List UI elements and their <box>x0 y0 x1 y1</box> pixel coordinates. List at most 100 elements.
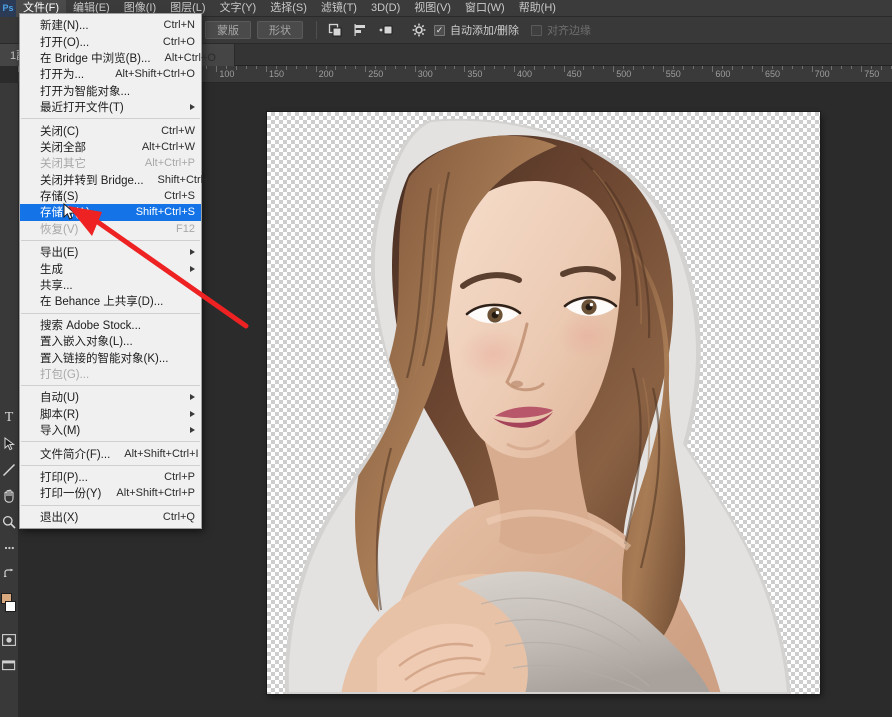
ruler-minor-tick <box>771 66 773 69</box>
menubar-item-7[interactable]: 3D(D) <box>364 0 407 17</box>
ruler-minor-tick <box>553 66 555 69</box>
ruler-tick-label: 600 <box>715 69 731 79</box>
menubar-item-9[interactable]: 窗口(W) <box>458 0 512 17</box>
shape-button[interactable]: 形状 <box>257 21 303 39</box>
menu-item[interactable]: 导出(E) <box>20 244 201 260</box>
screen-mode-icon[interactable] <box>0 653 18 679</box>
ruler-major-tick <box>464 66 466 72</box>
background-color-swatch[interactable] <box>5 601 16 612</box>
photoshop-window: Ps 文件(F) 编辑(E) 图像(I) 图层(L) 文字(Y) 选择(S) 滤镜(T) 3D… <box>0 0 892 717</box>
menu-item[interactable]: 存储(S) Ctrl+S <box>20 188 201 204</box>
ruler-minor-tick <box>335 66 337 70</box>
menu-item[interactable]: 导入(M) <box>20 422 201 438</box>
menu-item[interactable]: 打开(O)... Ctrl+O <box>20 33 201 49</box>
path-selection-tool-icon[interactable] <box>0 431 18 457</box>
ruler-minor-tick <box>642 66 644 69</box>
path-operations-icon[interactable] <box>324 20 346 40</box>
menu-item[interactable]: 生成 <box>20 260 201 276</box>
ruler-tick-label: 300 <box>417 69 433 79</box>
auto-add-delete-label: 自动添加/删除 <box>450 25 520 37</box>
menu-item[interactable]: 存储为(A)... Shift+Ctrl+S <box>20 204 201 221</box>
ruler-minor-tick <box>256 66 258 69</box>
menu-item[interactable]: 新建(N)... Ctrl+N <box>20 17 201 33</box>
path-alignment-icon[interactable] <box>350 20 372 40</box>
menu-item[interactable]: 文件简介(F)... Alt+Shift+Ctrl+I <box>20 445 201 461</box>
menu-item[interactable]: 打开为智能对象... <box>20 83 201 99</box>
tools-panel: T <box>0 83 18 717</box>
ruler-minor-tick <box>494 66 496 69</box>
color-swatches[interactable] <box>0 591 18 621</box>
ruler-minor-tick <box>523 66 525 69</box>
menu-item[interactable]: 关闭(C) Ctrl+W <box>20 122 201 138</box>
menu-item: 恢复(V) F12 <box>20 221 201 237</box>
align-edges-label: 对齐边缘 <box>547 25 592 37</box>
hand-tool-icon[interactable] <box>0 483 18 509</box>
ruler-minor-tick <box>633 66 635 70</box>
document-canvas[interactable] <box>267 112 820 694</box>
ruler-minor-tick <box>672 66 674 69</box>
horizontal-type-tool-icon[interactable]: T <box>0 405 18 431</box>
menubar-item-8[interactable]: 视图(V) <box>407 0 458 17</box>
ruler-tick-label: 550 <box>665 69 681 79</box>
menubar-item-4[interactable]: 文字(Y) <box>213 0 264 17</box>
menu-item-label: 导入(M) <box>40 425 81 438</box>
quick-mask-icon[interactable] <box>0 627 18 653</box>
line-tool-icon[interactable] <box>0 457 18 483</box>
menu-item-shortcut: Ctrl+S <box>164 190 195 203</box>
menu-item[interactable]: 置入嵌入对象(L)... <box>20 333 201 349</box>
menu-item[interactable]: 打开为... Alt+Shift+Ctrl+O <box>20 66 201 82</box>
edit-toolbar-icon[interactable] <box>0 535 18 561</box>
ruler-minor-tick <box>444 66 446 69</box>
menu-item[interactable]: 打印一份(Y) Alt+Shift+Ctrl+P <box>20 485 201 501</box>
gear-icon[interactable] <box>408 20 430 40</box>
ruler-minor-tick <box>325 66 327 69</box>
mask-button[interactable]: 蒙版 <box>205 21 251 39</box>
submenu-arrow-icon <box>190 265 195 272</box>
menu-item[interactable]: 打印(P)... Ctrl+P <box>20 469 201 485</box>
zoom-tool-icon[interactable] <box>0 509 18 535</box>
ruler-minor-tick <box>533 66 535 70</box>
path-arrangement-icon[interactable] <box>376 20 398 40</box>
menubar-item-5[interactable]: 选择(S) <box>263 0 314 17</box>
ruler-minor-tick <box>275 66 277 69</box>
submenu-arrow-icon <box>190 427 195 434</box>
menubar-item-10[interactable]: 帮助(H) <box>512 0 563 17</box>
menubar-item-label: 滤镜(T) <box>320 1 357 14</box>
menu-item-shortcut: Shift+Ctrl+S <box>135 206 195 219</box>
menu-item[interactable]: 关闭并转到 Bridge... Shift+Ctrl+W <box>20 172 220 188</box>
ruler-minor-tick <box>702 66 704 69</box>
menu-item-label: 打开(O)... <box>40 36 90 49</box>
ruler-minor-tick <box>305 66 307 69</box>
menu-item[interactable]: 自动(U) <box>20 389 201 405</box>
menu-item: 关闭其它 Alt+Ctrl+P <box>20 155 201 171</box>
menu-item[interactable]: 在 Bridge 中浏览(B)... Alt+Ctrl+O <box>20 50 216 66</box>
submenu-arrow-icon <box>190 249 195 256</box>
menu-item[interactable]: 脚本(R) <box>20 406 201 422</box>
submenu-arrow-icon <box>190 104 195 111</box>
menu-item-shortcut: Alt+Shift+Ctrl+O <box>115 68 195 81</box>
menu-item[interactable]: 置入链接的智能对象(K)... <box>20 349 201 365</box>
menu-item[interactable]: 最近打开文件(T) <box>20 99 201 115</box>
menu-item-label: 存储为(A)... <box>40 207 100 220</box>
ruler-tick-label: 350 <box>467 69 483 79</box>
menu-item-label: 置入链接的智能对象(K)... <box>40 352 169 365</box>
file-menu-dropdown[interactable]: 新建(N)... Ctrl+N 打开(O)... Ctrl+O 在 Bridge 中浏览… <box>19 13 220 529</box>
ruler-minor-tick <box>295 66 297 69</box>
swap-colors-icon[interactable] <box>0 561 18 587</box>
menu-item[interactable]: 关闭全部 Alt+Ctrl+W <box>20 139 201 155</box>
menu-item[interactable]: 共享... <box>20 277 201 293</box>
ruler-major-tick <box>514 66 515 72</box>
ruler-major-tick <box>216 66 218 72</box>
menu-item[interactable]: 搜索 Adobe Stock... <box>20 317 201 333</box>
align-edges-checkbox[interactable] <box>531 24 543 36</box>
menubar-item-label: 编辑(E) <box>73 1 110 14</box>
menu-item[interactable]: 在 Behance 上共享(D)... <box>20 293 201 309</box>
ruler-tick-label: 100 <box>219 69 235 79</box>
menubar-item-6[interactable]: 滤镜(T) <box>314 0 364 17</box>
menu-item-label: 打开为... <box>40 69 85 82</box>
menu-item-label: 关闭其它 <box>40 158 86 171</box>
menu-separator <box>21 312 200 314</box>
auto-add-delete-checkbox[interactable]: ✓ <box>434 24 445 36</box>
ruler-major-tick <box>811 66 813 72</box>
menu-item[interactable]: 退出(X) Ctrl+Q <box>20 509 201 525</box>
